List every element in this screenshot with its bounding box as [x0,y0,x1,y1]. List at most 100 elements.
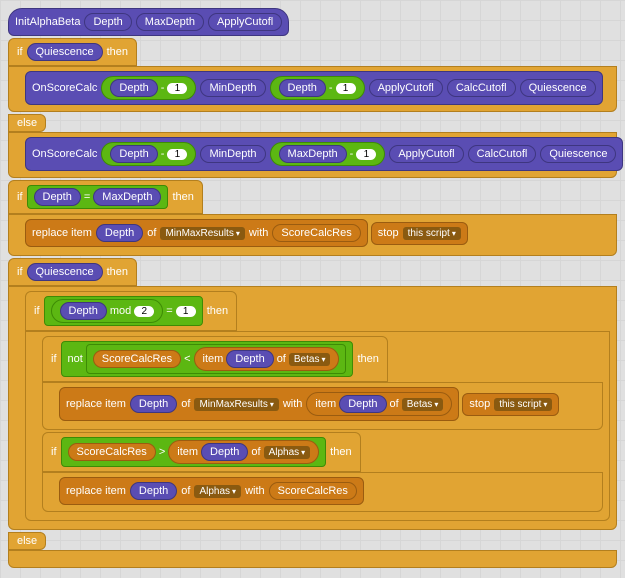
cond-depth-mod2-eq1: Depth mod 2 = 1 [44,296,203,326]
var-calccutofl: CalcCutofl [468,145,537,163]
var-depth: Depth [130,482,177,500]
op-maxdepth-minus-1: MaxDepth - 1 [270,142,386,166]
kw-then: then [172,191,193,203]
op-minus: - [161,82,165,94]
if-quiescence-2-else-body [8,550,617,568]
var-depth: Depth [279,79,326,97]
kw-then: then [107,46,128,58]
kw-if: if [34,305,40,317]
replace-minmax-with-beta[interactable]: replace item Depth of MinMaxResults with… [59,387,459,421]
kw-of: of [181,485,190,497]
var-depth: Depth [226,350,273,368]
lit-1: 1 [336,83,356,94]
replace-alpha-with-score[interactable]: replace item Depth of Alphas with ScoreC… [59,477,364,505]
var-scorecalcres: ScoreCalcRes [68,443,156,461]
kw-stop: stop [378,227,399,239]
kw-if: if [17,191,23,203]
kw-stop: stop [469,398,490,410]
kw-mod: mod [110,305,131,317]
lit-1: 1 [356,149,376,160]
item-depth-of-betas2: item Depth of Betas [306,392,452,416]
var-depth: Depth [130,395,177,413]
var-quiescence: Quiescence [27,43,103,61]
var-depth: Depth [96,224,143,242]
hat-arg-maxdepth: MaxDepth [136,13,204,31]
cond-score-gt-alpha: ScoreCalcRes > item Depth of Alphas [61,437,327,467]
kw-of: of [390,398,399,410]
var-maxdepth: MaxDepth [279,145,347,163]
dd-betas[interactable]: Betas [402,398,444,411]
if-quiescence-2-body: if Depth mod 2 = 1 then if not ScoreCalc… [8,286,617,530]
var-depth: Depth [110,145,157,163]
var-scorecalcres: ScoreCalcRes [272,224,360,242]
op-depth-minus-1c: Depth - 1 [101,142,196,166]
call-onscorecalc-nq[interactable]: OnScoreCalc Depth - 1 MinDepth MaxDepth … [25,137,623,171]
kw-then: then [207,305,228,317]
var-maxdepth: MaxDepth [93,188,161,206]
stop-this-script-2[interactable]: stop this script [462,393,559,416]
hat-arg-applycutofl: ApplyCutofl [208,13,282,31]
else-hdr-2: else [8,532,46,550]
dd-betas[interactable]: Betas [289,353,331,366]
kw-else: else [17,117,37,129]
define-hat[interactable]: InitAlphaBeta Depth MaxDepth ApplyCutofl [8,8,289,36]
call-name: OnScoreCalc [32,82,97,94]
op-minus: - [350,148,354,160]
op-lt: < [184,353,190,365]
if-quiescence[interactable]: if Quiescence then [8,38,137,66]
op-eq: = [84,191,90,203]
if-quiescence-2[interactable]: if Quiescence then [8,258,137,286]
lit-1: 1 [176,306,196,317]
dd-minmaxresults[interactable]: MinMaxResults [194,398,278,411]
op-depth-mod-2: Depth mod 2 [51,299,164,323]
var-applycutofl: ApplyCutofl [369,79,443,97]
kw-replace: replace item [66,485,126,497]
dd-this-script[interactable]: this script [494,398,552,411]
dd-alphas[interactable]: Alphas [194,485,241,498]
call-onscorecalc-q[interactable]: OnScoreCalc Depth - 1 MinDepth Depth - 1… [25,71,603,105]
item-depth-of-betas: item Depth of Betas [194,347,340,371]
kw-item: item [315,398,336,410]
if-depth-mod2-body: if not ScoreCalcRes < item Depth of Beta… [25,331,610,521]
if-depth-mod2-eq1[interactable]: if Depth mod 2 = 1 then [25,291,237,331]
kw-if: if [51,353,57,365]
cond-score-lt-beta: ScoreCalcRes < item Depth of Betas [86,344,347,374]
var-applycutofl: ApplyCutofl [389,145,463,163]
var-mindepth: MinDepth [200,79,265,97]
cond-depth-eq-maxdepth: Depth = MaxDepth [27,185,169,209]
var-mindepth: MinDepth [200,145,265,163]
op-depth-minus-1a: Depth - 1 [101,76,196,100]
kw-else: else [17,535,37,547]
var-scorecalcres: ScoreCalcRes [269,482,357,500]
var-quiescence: Quiescence [520,79,596,97]
dd-alphas[interactable]: Alphas [264,446,311,459]
if-score-gt-alpha-body: replace item Depth of Alphas with ScoreC… [42,472,603,512]
var-depth: Depth [201,443,248,461]
kw-replace: replace item [32,227,92,239]
var-depth: Depth [60,302,107,320]
dd-this-script[interactable]: this script [403,227,461,240]
var-depth: Depth [34,188,81,206]
kw-of: of [181,398,190,410]
cond-not: not ScoreCalcRes < item Depth of Betas [61,341,354,377]
op-gt: > [159,446,165,458]
kw-then: then [357,353,378,365]
dd-minmaxresults[interactable]: MinMaxResults [160,227,244,240]
var-calccutofl: CalcCutofl [447,79,516,97]
kw-if: if [51,446,57,458]
var-quiescence: Quiescence [27,263,103,281]
kw-if: if [17,266,23,278]
replace-minmax-with-score[interactable]: replace item Depth of MinMaxResults with… [25,219,368,247]
if-depth-eq-maxdepth[interactable]: if Depth = MaxDepth then [8,180,203,214]
if-not-score-lt-beta[interactable]: if not ScoreCalcRes < item Depth of Beta… [42,336,388,382]
stop-this-script-1[interactable]: stop this script [371,222,468,245]
if-score-gt-alpha[interactable]: if ScoreCalcRes > item Depth of Alphas t… [42,432,361,472]
op-minus: - [329,82,333,94]
kw-not: not [68,353,83,365]
op-eq: = [166,305,172,317]
if-not-score-lt-beta-body: replace item Depth of MinMaxResults with… [42,382,603,430]
kw-of: of [277,353,286,365]
kw-if: if [17,46,23,58]
kw-of: of [147,227,156,239]
var-depth: Depth [339,395,386,413]
